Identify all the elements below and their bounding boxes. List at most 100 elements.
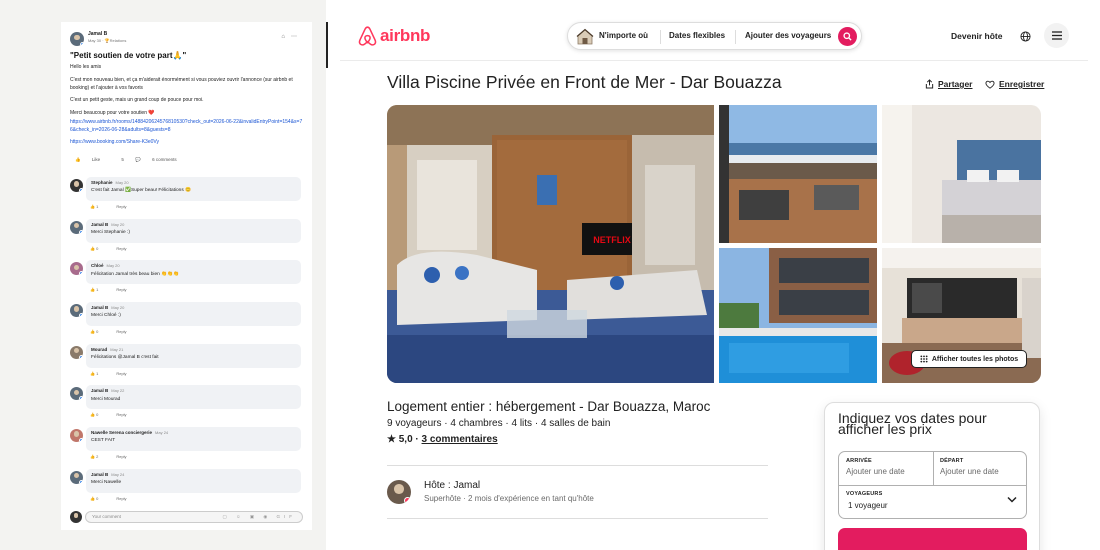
comment-actions: 👍 0 Reply — [90, 412, 136, 418]
like-button[interactable]: 👍 Like — [75, 157, 110, 162]
comment-like-count[interactable]: 👍 1 — [90, 371, 107, 376]
photo-bedroom[interactable] — [882, 105, 1041, 243]
tv-netflix-logo: NETFLIX — [593, 235, 631, 245]
commenter-avatar[interactable] — [70, 179, 83, 192]
reviews-link[interactable]: 3 commentaires — [422, 434, 498, 445]
comment-like-count[interactable]: 👍 2 — [90, 454, 107, 459]
commenter-avatar[interactable] — [70, 220, 83, 234]
commenter-name[interactable]: Jamal B — [91, 472, 108, 477]
own-avatar — [70, 511, 82, 523]
comment-text: Merci Stephanie :) — [91, 229, 130, 235]
comment-actions: 👍 1 Reply — [90, 371, 136, 377]
search-bar[interactable]: N'importe où Dates flexibles Ajouter des… — [567, 22, 862, 50]
reply-link[interactable]: Reply — [116, 246, 126, 251]
photo-gallery: NETFLIX — [387, 105, 1041, 383]
comment-date: May 20 — [115, 180, 129, 185]
comment-text: Félicitations @Jamal B c'est fait — [91, 355, 159, 360]
globe-icon — [1019, 30, 1031, 42]
post-paragraph: C'est un petit geste, mais un grand coup… — [70, 97, 204, 104]
field-divider — [933, 452, 934, 485]
commenter-avatar[interactable] — [70, 470, 83, 484]
search-where[interactable]: N'importe où — [599, 31, 648, 40]
comment-date: May 20 — [106, 263, 120, 269]
commenter-avatar[interactable] — [70, 429, 83, 443]
host-subtitle: Superhôte · 2 mois d'expérience en tant … — [424, 494, 594, 503]
comment: Chloé May 20 Félicitation Jamal très beau… — [70, 259, 303, 301]
commenter-avatar[interactable] — [70, 304, 83, 318]
commenter-name[interactable]: Stephanie — [91, 180, 113, 185]
comment-input[interactable]: Your comment ▢ ☺ ▣ ◉ GIF — [85, 511, 303, 523]
commenter-name[interactable]: Chloé — [91, 263, 104, 268]
comment-text: Merci Chloé :) — [91, 313, 121, 319]
commenter-name[interactable]: Mourad — [91, 347, 107, 352]
comment-like-count[interactable]: 👍 0 — [90, 246, 107, 251]
reply-link[interactable]: Reply — [116, 204, 126, 209]
host-avatar[interactable] — [387, 480, 411, 504]
photo-terrace-sea-view[interactable] — [719, 105, 877, 243]
field-divider — [839, 485, 1026, 486]
arrival-date-field[interactable]: Ajouter une date — [846, 467, 905, 476]
comment-like-count[interactable]: 👍 0 — [90, 412, 107, 417]
post-paragraph: C'est mon nouveau bien, et ça m'aiderait… — [70, 76, 293, 91]
commenter-name[interactable]: Jamal B — [91, 388, 108, 393]
show-all-photos-button[interactable]: Afficher toutes les photos — [911, 350, 1027, 368]
comments-button[interactable]: 💬 6 comments — [135, 157, 186, 162]
comment-date: May 24 — [155, 430, 169, 436]
reply-link[interactable]: Reply — [116, 496, 126, 501]
booking-card: Indiquez vos dates pour afficher les pri… — [824, 402, 1040, 550]
search-button[interactable] — [838, 27, 857, 46]
listing-title: Villa Piscine Privée en Front de Mer - D… — [387, 72, 782, 92]
user-menu-button[interactable] — [1044, 23, 1069, 48]
share-icon — [925, 79, 934, 89]
reply-link[interactable]: Reply — [116, 412, 126, 417]
airbnb-link[interactable]: https://www.airbnb.fr/rooms/148842062457… — [70, 119, 303, 135]
author-avatar[interactable] — [70, 32, 84, 46]
commenter-name[interactable]: Jamal B — [91, 222, 108, 227]
comment: Jamal B May 20 Merci Stephanie :) 👍 0 Repl… — [70, 218, 303, 260]
thumb-up-icon: 👍 — [75, 157, 81, 162]
post-options-icons[interactable]: ⌂⋯ — [281, 33, 303, 42]
comment-like-count[interactable]: 👍 1 — [90, 287, 107, 292]
commenter-avatar[interactable] — [70, 345, 83, 359]
comment-bubble: Nawelle Serena conciergerie May 24 CEST F… — [86, 427, 301, 452]
departure-date-field[interactable]: Ajouter une date — [940, 467, 999, 476]
become-host-link[interactable]: Devenir hôte — [951, 31, 1003, 41]
airbnb-belo-icon — [358, 26, 377, 46]
comment-actions: 👍 2 Reply — [90, 454, 136, 460]
listing-capacity: 9 voyageurs · 4 chambres · 4 lits · 4 sa… — [387, 418, 611, 429]
commenter-avatar[interactable] — [70, 262, 83, 276]
comment-text: Merci Mourad — [91, 396, 121, 402]
share-button[interactable]: Partager — [925, 79, 973, 89]
like-label: Like — [91, 157, 101, 162]
comment-actions: 👍 0 Reply — [90, 329, 136, 335]
booking-link[interactable]: https://www.booking.com/Share-K3e0Vy — [70, 139, 303, 147]
main-photo-living-room[interactable]: NETFLIX — [387, 105, 714, 383]
reply-link[interactable]: Reply — [116, 454, 126, 459]
search-who[interactable]: Ajouter des voyageurs — [745, 31, 831, 40]
guests-select[interactable]: 1 voyageur — [848, 501, 888, 510]
listing-subtitle: Logement entier : hébergement - Dar Boua… — [387, 399, 711, 414]
reply-link[interactable]: Reply — [116, 287, 126, 292]
comment-date: May 22 — [111, 388, 125, 394]
comment-like-count[interactable]: 👍 0 — [90, 329, 107, 334]
reply-link[interactable]: Reply — [116, 329, 126, 334]
commenter-name[interactable]: Jamal B — [91, 305, 108, 310]
comment-like-count[interactable]: 👍 0 — [90, 496, 107, 501]
search-when[interactable]: Dates flexibles — [669, 31, 725, 40]
photo-pool[interactable] — [719, 248, 877, 383]
check-availability-button[interactable] — [838, 528, 1027, 550]
comment-date: May 24 — [111, 471, 125, 477]
composer-icons[interactable]: ▢ ☺ ▣ ◉ GIF — [222, 514, 296, 521]
reply-composer: Your comment ▢ ☺ ▣ ◉ GIF — [70, 510, 303, 524]
airbnb-logo[interactable]: airbnb — [358, 26, 430, 46]
comment-like-count[interactable]: 👍 1 — [90, 204, 107, 209]
commenter-name[interactable]: Nawelle Serena conciergerie — [91, 430, 152, 435]
comment: Stephanie May 20 C'est fait Jamal ✅Super … — [70, 176, 303, 218]
commenter-avatar[interactable] — [70, 387, 83, 401]
comment-text: C'est fait Jamal ✅Super beau! Félicitati… — [91, 188, 192, 194]
post-actions: 👍 Like 5 💬 6 comments — [75, 157, 197, 164]
chevron-down-icon[interactable] — [1007, 496, 1017, 503]
save-button[interactable]: Enregistrer — [985, 79, 1044, 89]
language-button[interactable] — [1013, 24, 1037, 48]
reply-link[interactable]: Reply — [116, 371, 126, 376]
